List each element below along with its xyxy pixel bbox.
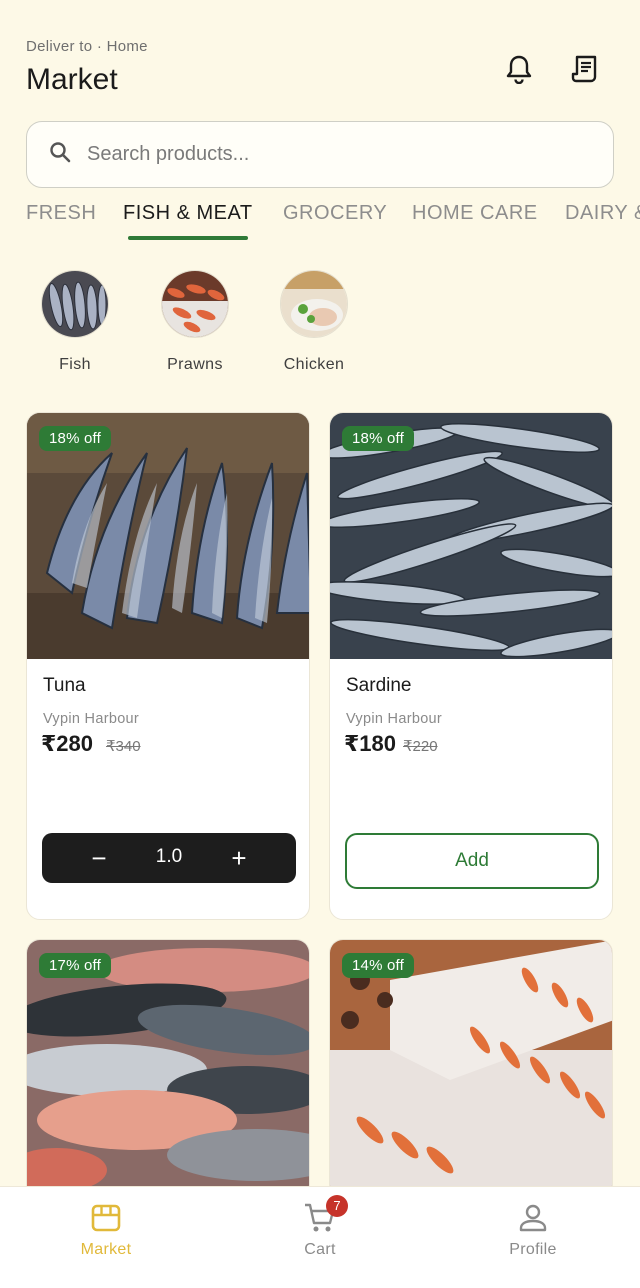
product-price: ₹180 (344, 731, 397, 756)
product-card-tuna[interactable]: 18% off Tuna Vypin Harbour ₹280 ₹340 − 1… (26, 412, 310, 920)
increase-quantity-button[interactable]: + (224, 841, 254, 875)
tab-fish-meat[interactable]: FISH & MEAT (123, 202, 253, 225)
person-icon (473, 1201, 593, 1235)
search-icon (49, 141, 71, 168)
chicken-thumbnail (280, 270, 348, 338)
prawns-thumbnail (161, 270, 229, 338)
tab-dairy[interactable]: DAIRY & (565, 202, 640, 225)
fish-thumbnail (41, 270, 109, 338)
add-to-cart-button[interactable]: Add (345, 833, 599, 889)
nav-profile[interactable]: Profile (473, 1201, 593, 1259)
nav-cart[interactable]: 7 Cart (260, 1195, 380, 1259)
nav-label: Market (80, 1241, 132, 1258)
subcategory-prawns[interactable]: Prawns (145, 270, 245, 374)
product-origin: Vypin Harbour (346, 711, 443, 727)
product-mrp: ₹340 (106, 738, 141, 755)
store-icon (46, 1201, 166, 1235)
product-card[interactable]: 17% off (26, 939, 310, 1199)
discount-badge: 17% off (39, 953, 111, 978)
subcategory-label: Fish (59, 356, 91, 373)
bottom-navigation: Market 7 Cart Profile (0, 1186, 640, 1288)
decrease-quantity-button[interactable]: − (84, 841, 114, 875)
subcategory-label: Prawns (167, 356, 223, 373)
nav-market[interactable]: Market (46, 1201, 166, 1259)
receipt-icon[interactable] (568, 52, 602, 86)
tab-grocery[interactable]: GROCERY (283, 202, 387, 225)
nav-label: Cart (304, 1241, 336, 1258)
search-input[interactable] (87, 143, 567, 166)
tab-fresh[interactable]: FRESH (26, 202, 96, 225)
header: Deliver to · Home Market (26, 38, 614, 102)
tab-home-care[interactable]: HOME CARE (412, 202, 538, 225)
product-name: Sardine (346, 675, 412, 696)
product-name: Tuna (43, 675, 86, 696)
discount-badge: 14% off (342, 953, 414, 978)
product-mrp: ₹220 (403, 738, 438, 755)
product-origin: Vypin Harbour (43, 711, 140, 727)
product-price: ₹280 (41, 731, 94, 756)
active-tab-indicator (128, 236, 248, 240)
discount-badge: 18% off (39, 426, 111, 451)
category-tabs: FRESH FISH & MEAT GROCERY HOME CARE DAIR… (0, 200, 640, 244)
subcategory-row: Fish Prawns Chicken (0, 270, 640, 380)
quantity-value: 1.0 (155, 846, 183, 867)
cart-icon: 7 (260, 1195, 380, 1235)
nav-label: Profile (509, 1241, 557, 1258)
cart-count-badge: 7 (326, 1195, 348, 1217)
search-bar[interactable] (26, 121, 614, 188)
subcategory-label: Chicken (283, 356, 345, 373)
subcategory-fish[interactable]: Fish (25, 270, 125, 374)
discount-badge: 18% off (342, 426, 414, 451)
subcategory-chicken[interactable]: Chicken (264, 270, 364, 374)
quantity-stepper: − 1.0 + (42, 833, 296, 883)
bell-icon[interactable] (502, 52, 536, 86)
product-card[interactable]: 14% off (329, 939, 613, 1199)
product-card-sardine[interactable]: 18% off Sardine Vypin Harbour ₹180 ₹220 … (329, 412, 613, 920)
